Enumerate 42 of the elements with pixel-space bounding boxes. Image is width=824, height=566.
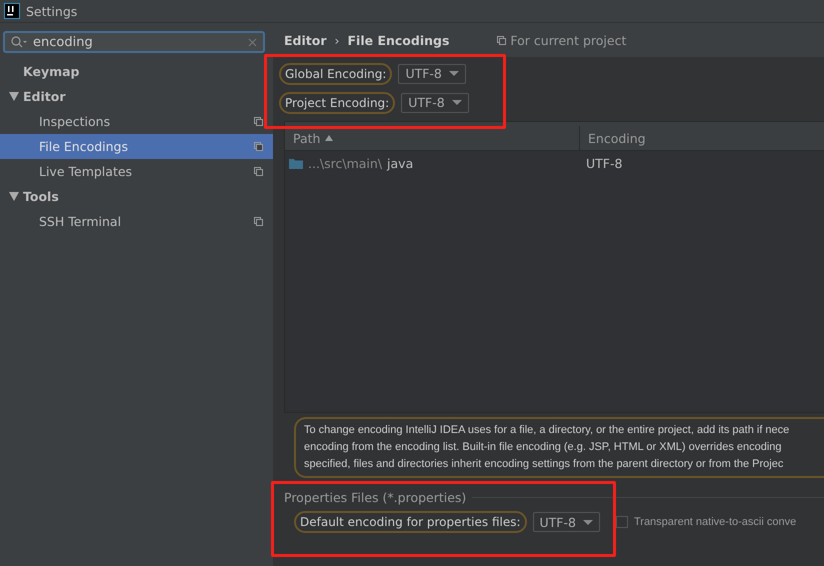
checkbox-label[interactable]: Transparent native-to-ascii conve (634, 516, 796, 528)
column-header[interactable]: Encoding (580, 126, 646, 150)
breadcrumb-item[interactable]: Editor (284, 32, 326, 48)
sidebar-item[interactable]: File Encodings (0, 134, 273, 159)
folder-icon (289, 158, 303, 168)
description-text: To change encoding IntelliJ IDEA uses for a file, a directory, or the entire project, add its path if nece encoding from the encoding list. Built-in file encoding (e.g. JSP, HTML or XML) overrides encoding specified, files and directories inherit encoding settings from the parent directory or from the Projec (294, 417, 824, 478)
sidebar-item[interactable]: Keymap (0, 59, 273, 84)
checkbox[interactable] (616, 516, 628, 528)
search-icon (11, 36, 27, 48)
field-label: Global Encoding: (279, 62, 392, 84)
group-title: Properties Files (*.properties) (284, 490, 466, 505)
breadcrumb-separator: › (334, 32, 340, 48)
project-scope-icon (497, 36, 506, 44)
search-field[interactable]: encoding (3, 31, 265, 53)
app-logo-icon (4, 3, 20, 19)
breadcrumb-item: File Encodings (348, 32, 450, 48)
sidebar-item[interactable]: Editor (0, 84, 273, 109)
table-cell-text: UTF-8 (585, 154, 622, 172)
sidebar-item[interactable]: Live Templates (0, 159, 273, 184)
window-title: Settings (26, 4, 78, 18)
sort-ascending-icon (325, 135, 334, 141)
sidebar-item[interactable]: Tools (0, 184, 273, 209)
sidebar-item[interactable]: SSH Terminal (0, 209, 273, 234)
encoding-dropdown[interactable]: UTF-8 (401, 92, 469, 112)
project-scope-icon (254, 142, 263, 151)
table-cell: ...\src\main\ java (285, 151, 580, 175)
expand-arrow-icon[interactable] (9, 192, 19, 201)
sidebar-item[interactable]: Inspections (0, 109, 273, 134)
project-scope-icon (254, 167, 263, 176)
field-label: Project Encoding: (279, 92, 396, 114)
field-label: Default encoding for properties files: (294, 511, 527, 533)
encoding-dropdown[interactable]: UTF-8 (398, 64, 466, 84)
scope-note: For current project (510, 32, 626, 48)
project-scope-icon (254, 217, 263, 226)
search-input[interactable]: encoding (33, 34, 242, 50)
encoding-dropdown[interactable]: UTF-8 (532, 512, 600, 532)
caret-icon (452, 100, 462, 105)
expand-arrow-icon[interactable] (9, 92, 19, 101)
caret-icon (582, 520, 593, 524)
caret-icon (448, 71, 459, 76)
project-scope-icon (254, 117, 263, 126)
column-header[interactable]: Path (285, 126, 580, 150)
